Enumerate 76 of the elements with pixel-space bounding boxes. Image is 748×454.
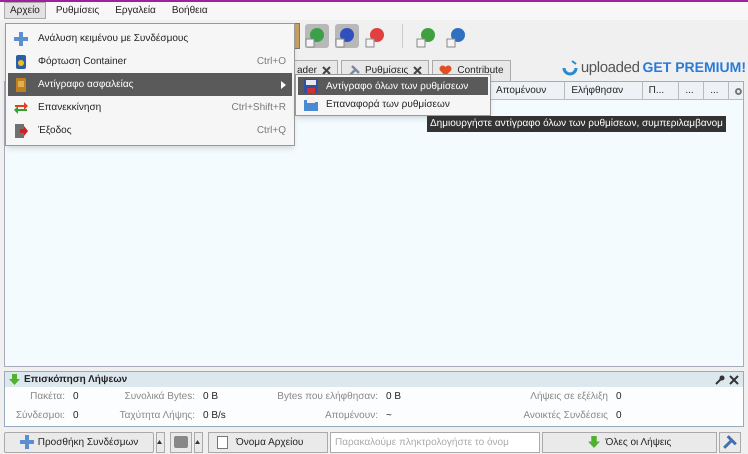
column-header[interactable]: Ελήφθησαν (565, 82, 643, 99)
menu-label: Αντίγραφο ασφαλείας (38, 78, 134, 92)
settings-icon[interactable] (734, 86, 743, 96)
floppy-icon (304, 79, 318, 93)
stat-label: Σύνδεσμοι: (14, 409, 65, 424)
menu-entry[interactable]: Ανάλυση κειμένου με Συνδέσμους (8, 27, 292, 50)
stat-value: 0 (615, 390, 623, 404)
stat-label: Απομένουν: (324, 409, 378, 424)
stat-value: 0 (72, 409, 80, 424)
menu-label: Επανεκκίνηση (38, 101, 102, 115)
search-field[interactable]: Παρακαλούμε πληκτρολογήστε το όνομ (330, 432, 540, 453)
add-links-button[interactable]: Προσθήκη Συνδέσμων (4, 432, 154, 453)
download-icon (588, 436, 600, 448)
menu-entry[interactable]: Φόρτωση Container Ctrl+O (8, 50, 292, 73)
menu-item[interactable]: Βοήθεια (166, 2, 214, 20)
logo-icon (562, 60, 578, 76)
wrench-icon[interactable] (715, 374, 725, 385)
stat-label: Ταχύτητα Λήψης: (118, 409, 195, 424)
filter-button[interactable]: Όλες οι Λήψεις (542, 432, 717, 453)
close-icon[interactable] (322, 66, 332, 76)
close-icon[interactable] (413, 66, 422, 76)
sort-button[interactable]: Όνομα Αρχείου (208, 432, 328, 453)
shortcut-label: Ctrl+O (256, 55, 286, 69)
heart-icon (439, 64, 452, 77)
tab-label: Ρυθμίσεις (365, 64, 408, 78)
column-header[interactable]: ... (679, 82, 704, 99)
menu-item[interactable]: Εργαλεία (109, 2, 162, 20)
menu-entry[interactable]: Επαναφορά των ρυθμίσεων (298, 95, 488, 113)
caret-icon (195, 440, 200, 444)
exit-icon (14, 124, 28, 138)
folder-icon (304, 97, 318, 111)
menu-label: Φόρτωση Container (38, 55, 128, 69)
settings-button[interactable] (719, 432, 741, 453)
close-icon[interactable] (729, 374, 739, 385)
plus-icon (14, 32, 28, 46)
column-header[interactable]: ... (704, 82, 730, 99)
stat-label: Λήψεις σε εξέλιξη (529, 390, 608, 404)
stat-value: 0 (72, 390, 80, 404)
menu-entry[interactable]: Έξοδος Ctrl+Q (8, 119, 292, 142)
stat-value: 0 B (202, 390, 220, 404)
column-header[interactable]: Π... (642, 82, 680, 99)
stat-value: ~ (385, 409, 393, 424)
plus-icon (20, 435, 34, 450)
arrows-icon (14, 100, 28, 114)
stat-label: Συνολικά Bytes: (124, 390, 195, 404)
caret-icon (157, 440, 162, 444)
stat-label: Πακέτα: (29, 390, 65, 404)
menu-label: Επαναφορά των ρυθμίσεων (326, 98, 450, 112)
stat-label: Bytes που ελήφθησαν: (276, 390, 378, 404)
tab-label: Contribute (457, 64, 504, 78)
menu-label: Έξοδος (38, 124, 73, 138)
stat-value: 0 (615, 409, 623, 424)
menu-item[interactable]: Ρυθμίσεις (50, 2, 106, 20)
panel-title: Επισκόπηση Λήψεων (24, 373, 128, 388)
menu-entry[interactable]: Αντίγραφο όλων των ρυθμίσεων (298, 77, 488, 95)
menu-entry[interactable]: Επανεκκίνηση Ctrl+Shift+R (8, 96, 292, 119)
stat-value: 0 B (385, 390, 402, 404)
document-icon (217, 436, 228, 449)
shortcut-label: Ctrl+Shift+R (232, 101, 286, 115)
dropdown-button[interactable] (194, 432, 203, 453)
menu-entry[interactable]: Αντίγραφο ασφαλείας (8, 73, 292, 96)
stat-value: 0 B/s (202, 409, 227, 424)
menu-label: Ανάλυση κειμένου με Συνδέσμους (38, 32, 190, 46)
brand-name: uploaded (580, 58, 640, 78)
tooltip: Δημιουργήστε αντίγραφο όλων των ρυθμίσεων, συμπεριλαμβανομ (427, 116, 726, 132)
menu-item[interactable]: Αρχείο (4, 2, 46, 20)
tab-label: ader (297, 64, 318, 78)
dropdown-button[interactable] (156, 432, 165, 453)
shortcut-label: Ctrl+Q (256, 124, 286, 138)
container-icon (14, 54, 28, 68)
archive-icon (14, 78, 28, 92)
stat-label: Ανοικτές Συνδέσεις (522, 409, 608, 424)
menu-label: Αντίγραφο όλων των ρυθμίσεων (326, 80, 468, 94)
box-icon (174, 436, 188, 448)
premium-link[interactable]: GET PREMIUM! (642, 57, 746, 78)
download-icon (9, 374, 20, 386)
